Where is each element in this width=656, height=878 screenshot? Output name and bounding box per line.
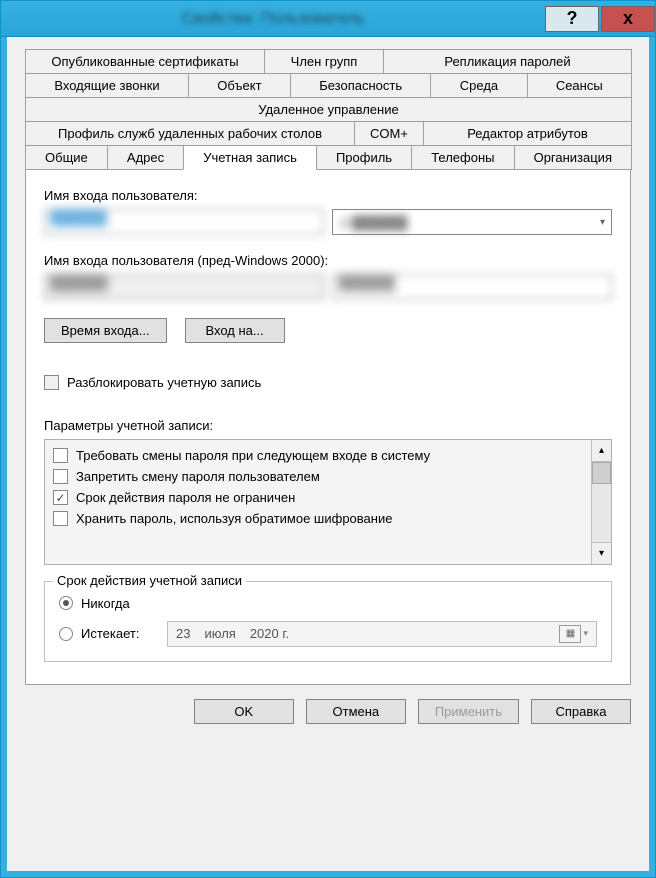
unlock-account-label: Разблокировать учетную запись [67,375,261,390]
tab-environment[interactable]: Среда [430,73,527,98]
expiry-never-radio[interactable]: Никогда [59,596,130,611]
tab-attribute-editor[interactable]: Редактор атрибутов [423,121,632,146]
window-title: Свойства: Пользователь [1,10,545,28]
tab-account[interactable]: Учетная запись [183,145,317,170]
tab-password-replication[interactable]: Репликация паролей [383,49,632,74]
sam-input[interactable]: ██████ [332,274,612,300]
tab-dialin[interactable]: Входящие звонки [25,73,189,98]
expiry-on-radio[interactable]: Истекает: [59,626,149,641]
opt-label: Хранить пароль, используя обратимое шифр… [76,511,392,526]
tab-remote-control[interactable]: Удаленное управление [25,97,632,122]
tab-published-certs[interactable]: Опубликованные сертификаты [25,49,265,74]
opt-reversible-encryption[interactable]: Хранить пароль, используя обратимое шифр… [53,511,583,526]
close-button[interactable]: x [601,6,655,32]
opt-change-password-next[interactable]: Требовать смены пароля при следующем вхо… [53,448,583,463]
scroll-up-icon[interactable]: ▴ [592,440,611,462]
help-button[interactable]: ? [545,6,599,32]
account-options-label: Параметры учетной записи: [44,418,612,433]
logon-to-button[interactable]: Вход на... [185,318,285,343]
tab-security[interactable]: Безопасность [290,73,432,98]
opt-cannot-change-password[interactable]: Запретить смену пароля пользователем [53,469,583,484]
checkbox-icon [53,448,68,463]
checkbox-icon [53,469,68,484]
radio-icon [59,596,73,610]
expiry-never-label: Никогда [81,596,130,611]
upn-suffix-dropdown[interactable]: @██████ ▾ [332,209,612,235]
tab-organization[interactable]: Организация [514,145,633,170]
apply-button[interactable]: Применить [418,699,519,724]
tab-telephones[interactable]: Телефоны [411,145,514,170]
account-options-list: Требовать смены пароля при следующем вхо… [44,439,612,565]
checkbox-icon [53,511,68,526]
sam-domain-display: ██████\ [44,274,324,300]
tab-profile[interactable]: Профиль [316,145,412,170]
account-expiry-legend: Срок действия учетной записи [53,573,246,588]
expiry-day: 23 [176,626,190,641]
expiry-year: 2020 г. [250,626,289,641]
account-expiry-group: Срок действия учетной записи Никогда Ист… [44,581,612,662]
tab-sessions[interactable]: Сеансы [527,73,633,98]
unlock-account-checkbox[interactable]: Разблокировать учетную запись [44,375,261,390]
tab-panel-account: Имя входа пользователя: ██████ @██████ ▾… [25,169,631,685]
opt-password-never-expires[interactable]: ✓ Срок действия пароля не ограничен [53,490,583,505]
tab-address[interactable]: Адрес [107,145,184,170]
sam-label: Имя входа пользователя (пред-Windows 200… [44,253,612,268]
tab-member-of[interactable]: Член групп [264,49,384,74]
chevron-down-icon: ▾ [600,217,605,228]
upn-label: Имя входа пользователя: [44,188,612,203]
opt-label: Запретить смену пароля пользователем [76,469,320,484]
opt-label: Требовать смены пароля при следующем вхо… [76,448,430,463]
scroll-down-icon[interactable]: ▾ [592,542,611,564]
properties-dialog: Свойства: Пользователь ? x Опубликованны… [0,0,656,878]
upn-suffix-value: @██████ [339,215,407,230]
calendar-icon[interactable]: ▦ [559,625,581,643]
scroll-thumb[interactable] [592,462,611,484]
checkbox-icon [44,375,59,390]
upn-input[interactable]: ██████ [44,209,324,235]
tab-object[interactable]: Объект [188,73,291,98]
chevron-down-icon: ▾ [583,628,588,639]
dialog-footer: OK Отмена Применить Справка [25,685,631,742]
options-scrollbar[interactable]: ▴ ▾ [591,440,611,564]
ok-button[interactable]: OK [194,699,294,724]
dialog-body: Опубликованные сертификаты Член групп Ре… [1,37,655,877]
opt-label: Срок действия пароля не ограничен [76,490,295,505]
help-button[interactable]: Справка [531,699,631,724]
tab-com-plus[interactable]: COM+ [354,121,424,146]
tab-general[interactable]: Общие [25,145,108,170]
logon-hours-button[interactable]: Время входа... [44,318,167,343]
radio-icon [59,627,73,641]
cancel-button[interactable]: Отмена [306,699,406,724]
expiry-date-picker[interactable]: 23 июля 2020 г. ▦ ▾ [167,621,597,647]
checkbox-icon: ✓ [53,490,68,505]
tab-rds-profile[interactable]: Профиль служб удаленных рабочих столов [25,121,355,146]
titlebar[interactable]: Свойства: Пользователь ? x [1,1,655,37]
expiry-month: июля [204,626,235,641]
expiry-on-label: Истекает: [81,626,139,641]
tabs: Опубликованные сертификаты Член групп Ре… [25,49,631,685]
